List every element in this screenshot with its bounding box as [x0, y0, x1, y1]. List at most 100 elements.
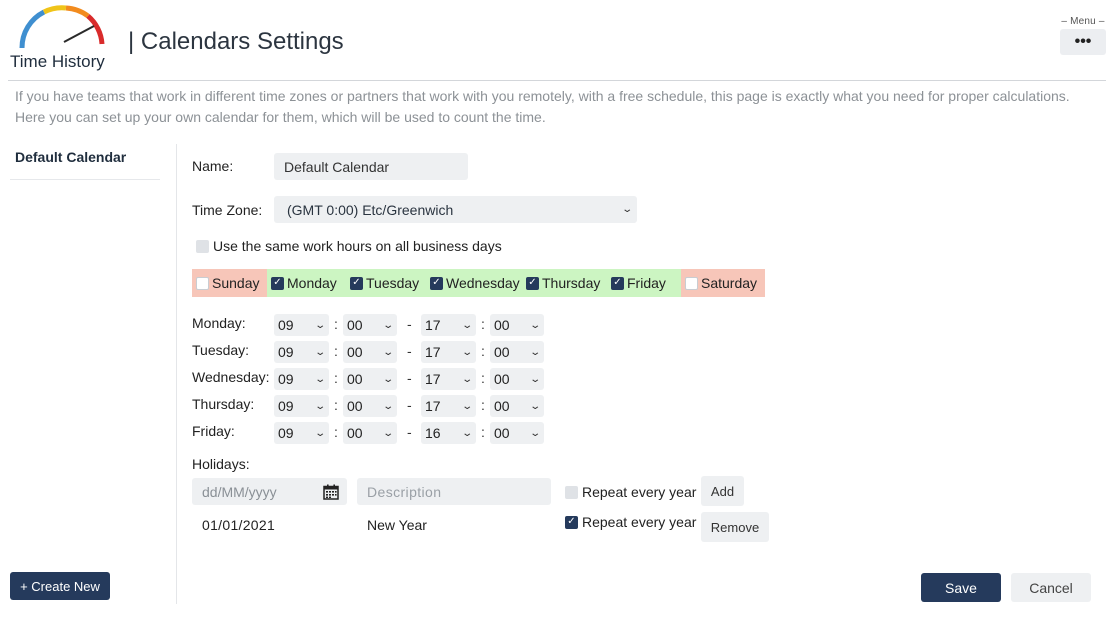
time-value: 00 — [347, 398, 363, 414]
header-divider — [8, 80, 1106, 81]
day-toggle-saturday[interactable]: Saturday — [681, 269, 765, 297]
time-colon: : — [334, 343, 338, 359]
add-holiday-button[interactable]: Add — [701, 476, 744, 506]
chevron-down-icon: ⌄ — [381, 373, 394, 385]
end-minute-select[interactable]: 00 ⌄ — [490, 422, 544, 444]
holiday-description-input[interactable]: Description — [357, 478, 551, 505]
name-label: Name: — [192, 158, 234, 174]
time-colon: : — [334, 424, 338, 440]
chevron-down-icon: ⌄ — [381, 400, 394, 412]
start-minute-select[interactable]: 00 ⌄ — [343, 422, 397, 444]
end-minute-select[interactable]: 00 ⌄ — [490, 341, 544, 363]
time-value: 09 — [278, 371, 294, 387]
time-value: 17 — [425, 344, 441, 360]
chevron-down-icon: ⌄ — [460, 319, 473, 331]
chevron-down-icon: ⌄ — [313, 319, 326, 331]
chevron-down-icon: ⌄ — [460, 400, 473, 412]
save-button[interactable]: Save — [921, 573, 1001, 602]
day-label: Tuesday — [366, 275, 420, 291]
day-label: Wednesday — [446, 275, 520, 291]
day-toggle-monday[interactable]: ✓ Monday — [267, 269, 346, 297]
time-colon: : — [481, 397, 485, 413]
time-value: 00 — [347, 425, 363, 441]
start-hour-select[interactable]: 09 ⌄ — [274, 422, 329, 444]
cancel-button[interactable]: Cancel — [1011, 573, 1091, 602]
check-icon: ✓ — [350, 276, 363, 290]
checkbox-icon — [565, 485, 578, 499]
weekday-toggles: Sunday ✓ Monday ✓ Tuesday ✓ Wednesday ✓ … — [192, 269, 765, 297]
holiday-description: New Year — [367, 517, 427, 533]
day-label: Thursday — [542, 275, 601, 291]
create-new-button[interactable]: + Create New — [10, 572, 110, 600]
same-hours-checkbox[interactable]: Use the same work hours on all business … — [196, 238, 502, 254]
holiday-date-input[interactable]: dd/MM/yyyy — [192, 478, 347, 505]
end-hour-select[interactable]: 17 ⌄ — [421, 395, 476, 417]
end-hour-select[interactable]: 16 ⌄ — [421, 422, 476, 444]
name-input[interactable]: Default Calendar — [274, 153, 468, 180]
day-toggle-tuesday[interactable]: ✓ Tuesday — [346, 269, 426, 297]
time-value: 17 — [425, 317, 441, 333]
time-colon: : — [334, 397, 338, 413]
holiday-date: 01/01/2021 — [202, 517, 276, 533]
day-label: Friday — [627, 275, 666, 291]
menu: – Menu – ••• — [1060, 16, 1106, 55]
checkbox-icon — [196, 276, 209, 290]
time-value: 00 — [494, 398, 510, 414]
timezone-value: (GMT 0:00) Etc/Greenwich — [287, 201, 454, 218]
time-colon: : — [481, 343, 485, 359]
time-value: 16 — [425, 425, 441, 441]
chevron-down-icon: ⌄ — [313, 427, 326, 439]
sidebar: Default Calendar — [10, 144, 160, 180]
time-colon: : — [334, 316, 338, 332]
end-hour-select[interactable]: 17 ⌄ — [421, 314, 476, 336]
time-value: 00 — [347, 317, 363, 333]
start-minute-select[interactable]: 00 ⌄ — [343, 341, 397, 363]
end-minute-select[interactable]: 00 ⌄ — [490, 314, 544, 336]
sidebar-item-default-calendar[interactable]: Default Calendar — [10, 144, 160, 180]
time-value: 00 — [494, 371, 510, 387]
remove-holiday-button[interactable]: Remove — [701, 512, 769, 542]
menu-button[interactable]: ••• — [1060, 29, 1106, 55]
start-minute-select[interactable]: 00 ⌄ — [343, 314, 397, 336]
calendar-icon[interactable] — [323, 484, 339, 500]
gauge-logo-icon — [19, 5, 105, 49]
time-value: 09 — [278, 425, 294, 441]
repeat-every-year-checkbox[interactable]: Repeat every year — [565, 484, 696, 500]
end-hour-select[interactable]: 17 ⌄ — [421, 368, 476, 390]
chevron-down-icon: ⌄ — [460, 346, 473, 358]
check-icon: ✓ — [271, 276, 284, 290]
time-colon: : — [481, 424, 485, 440]
day-hours-label: Wednesday: — [192, 369, 270, 385]
day-label: Sunday — [212, 275, 260, 291]
day-toggle-friday[interactable]: ✓ Friday — [607, 269, 681, 297]
time-value: 17 — [425, 398, 441, 414]
timezone-select[interactable]: (GMT 0:00) Etc/Greenwich ⌄ — [274, 196, 637, 223]
day-toggle-wednesday[interactable]: ✓ Wednesday — [426, 269, 522, 297]
chevron-down-icon: ⌄ — [528, 427, 541, 439]
sidebar-divider — [176, 144, 177, 604]
start-hour-select[interactable]: 09 ⌄ — [274, 395, 329, 417]
start-minute-select[interactable]: 00 ⌄ — [343, 395, 397, 417]
time-colon: : — [334, 370, 338, 386]
holiday-repeat-checkbox[interactable]: ✓ Repeat every year — [565, 514, 696, 530]
day-hours-label: Tuesday: — [192, 342, 250, 358]
logo: Time History — [8, 4, 118, 72]
start-hour-select[interactable]: 09 ⌄ — [274, 368, 329, 390]
start-hour-select[interactable]: 09 ⌄ — [274, 314, 329, 336]
time-value: 17 — [425, 371, 441, 387]
chevron-down-icon: ⌄ — [460, 427, 473, 439]
page-title: | Calendars Settings — [128, 28, 344, 55]
chevron-down-icon: ⌄ — [528, 400, 541, 412]
end-minute-select[interactable]: 00 ⌄ — [490, 368, 544, 390]
start-hour-select[interactable]: 09 ⌄ — [274, 341, 329, 363]
checkbox-icon — [685, 276, 698, 290]
chevron-down-icon: ⌄ — [620, 204, 633, 215]
day-toggle-thursday[interactable]: ✓ Thursday — [522, 269, 607, 297]
start-minute-select[interactable]: 00 ⌄ — [343, 368, 397, 390]
time-range-dash: - — [407, 343, 412, 359]
end-minute-select[interactable]: 00 ⌄ — [490, 395, 544, 417]
end-hour-select[interactable]: 17 ⌄ — [421, 341, 476, 363]
day-toggle-sunday[interactable]: Sunday — [192, 269, 267, 297]
chevron-down-icon: ⌄ — [381, 319, 394, 331]
time-range-dash: - — [407, 370, 412, 386]
